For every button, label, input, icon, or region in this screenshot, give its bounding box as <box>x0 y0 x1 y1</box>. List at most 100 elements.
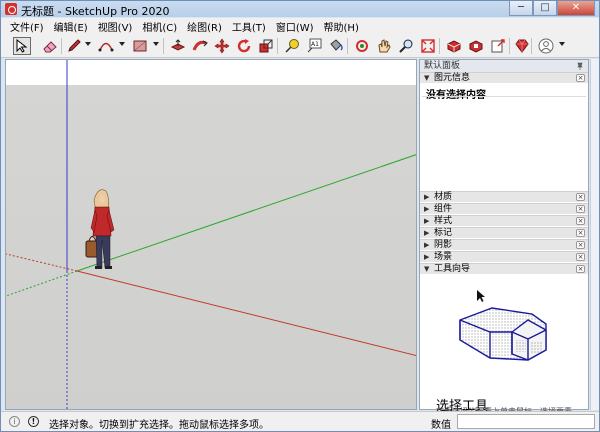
minimize-button[interactable]: ─ <box>509 1 533 16</box>
toolbar-separator <box>61 38 62 54</box>
user-account-icon[interactable] <box>537 37 555 55</box>
scale-icon[interactable] <box>257 37 275 55</box>
collapse-arrow-icon: ▶ <box>424 193 430 201</box>
push-pull-icon[interactable] <box>169 37 187 55</box>
tape-measure-icon[interactable] <box>283 37 301 55</box>
menu-draw[interactable]: 绘图(R) <box>182 19 227 34</box>
close-button[interactable]: ✕ <box>557 1 595 16</box>
panel-label: 样式 <box>434 216 453 226</box>
app-window: 无标题 - SketchUp Pro 2020 ─ □ ✕ 文件(F) 编辑(E… <box>0 0 600 432</box>
menu-edit[interactable]: 编辑(E) <box>49 19 93 34</box>
viewport-scene <box>6 60 416 409</box>
menu-camera[interactable]: 相机(C) <box>137 19 182 34</box>
window-controls: ─ □ ✕ <box>509 1 595 17</box>
zoom-extents-icon[interactable] <box>419 37 437 55</box>
sky <box>6 60 416 85</box>
menu-bar: 文件(F) 编辑(E) 视图(V) 相机(C) 绘图(R) 工具(T) 窗口(W… <box>1 18 599 34</box>
panel-label: 场景 <box>434 252 453 262</box>
panel-label: 阴影 <box>434 240 453 250</box>
eraser-icon[interactable] <box>41 37 59 55</box>
close-icon[interactable]: × <box>576 265 585 273</box>
text-icon[interactable]: A1 <box>305 37 323 55</box>
maximize-button[interactable]: □ <box>533 1 557 16</box>
pan-icon[interactable] <box>375 37 393 55</box>
pin-icon[interactable] <box>576 62 584 70</box>
rotate-icon[interactable] <box>235 37 253 55</box>
extension-warehouse-icon[interactable] <box>467 37 485 55</box>
zoom-icon[interactable] <box>397 37 415 55</box>
chevron-down-icon[interactable] <box>559 42 565 46</box>
close-icon[interactable]: × <box>576 193 585 201</box>
panel-label: 组件 <box>434 204 453 214</box>
menu-file[interactable]: 文件(F) <box>5 19 49 34</box>
close-icon[interactable]: × <box>576 74 585 82</box>
tray-scrollbar[interactable] <box>590 59 599 410</box>
collapse-arrow-icon: ▶ <box>424 205 430 213</box>
panel-components-header[interactable]: ▶ 组件 × <box>420 203 588 214</box>
collapse-arrow-icon: ▶ <box>424 253 430 261</box>
cursor-arrow-icon <box>477 290 485 302</box>
paint-bucket-icon[interactable] <box>327 37 345 55</box>
panel-label: 图元信息 <box>434 73 471 83</box>
measurements-input[interactable] <box>457 414 595 429</box>
layout-send-icon[interactable] <box>489 37 507 55</box>
toolbar-separator <box>277 38 278 54</box>
status-message: 选择对象。切换到扩充选择。拖动鼠标选择多项。 <box>49 420 269 431</box>
toolbar-separator <box>509 38 510 54</box>
toolbar-separator <box>531 38 532 54</box>
select-arrow-icon[interactable] <box>13 37 31 55</box>
expand-arrow-icon: ▼ <box>424 74 430 82</box>
window-title: 无标题 - SketchUp Pro 2020 <box>21 5 170 18</box>
ground-plane <box>6 85 416 409</box>
default-tray: 默认面板 ▼ 图元信息 × 没有选择内容 ▶ 材质 × ▶ 组件 × ▶ 样式 … <box>419 59 589 416</box>
panel-tags-header[interactable]: ▶ 标记 × <box>420 227 588 238</box>
close-icon[interactable]: × <box>576 217 585 225</box>
move-icon[interactable] <box>213 37 231 55</box>
arc-icon[interactable] <box>97 37 115 55</box>
expand-arrow-icon: ▼ <box>424 265 430 273</box>
instructor-illustration <box>459 290 547 361</box>
chevron-down-icon[interactable] <box>119 42 125 46</box>
menu-tools[interactable]: 工具(T) <box>227 19 271 34</box>
panel-materials-header[interactable]: ▶ 材质 × <box>420 191 588 202</box>
divider <box>422 96 586 97</box>
tray-title[interactable]: 默认面板 <box>420 60 588 72</box>
panel-label: 标记 <box>434 228 453 238</box>
sketchup-logo-icon <box>5 3 17 15</box>
panel-entity-info-header[interactable]: ▼ 图元信息 × <box>420 72 588 83</box>
follow-me-icon[interactable] <box>191 37 209 55</box>
3d-warehouse-icon[interactable] <box>445 37 463 55</box>
close-icon[interactable]: × <box>576 229 585 237</box>
measurements-label: 数值 <box>431 420 451 431</box>
chevron-down-icon[interactable] <box>85 42 91 46</box>
collapse-arrow-icon: ▶ <box>424 217 430 225</box>
panel-scenes-header[interactable]: ▶ 场景 × <box>420 251 588 262</box>
ruby-extension-icon[interactable] <box>513 37 531 55</box>
geo-location-icon[interactable]: i <box>9 416 20 427</box>
panel-label: 材质 <box>434 192 453 202</box>
main-toolbar: A1 <box>1 34 599 58</box>
orbit-icon[interactable] <box>353 37 371 55</box>
title-bar[interactable]: 无标题 - SketchUp Pro 2020 ─ □ ✕ <box>1 1 599 18</box>
panel-styles-header[interactable]: ▶ 样式 × <box>420 215 588 226</box>
panel-instructor-header[interactable]: ▼ 工具向导 × <box>420 263 588 274</box>
entity-info-content: 没有选择内容 <box>426 90 486 101</box>
pencil-line-icon[interactable] <box>65 37 83 55</box>
close-icon[interactable]: × <box>576 241 585 249</box>
menu-view[interactable]: 视图(V) <box>93 19 138 34</box>
panel-shadows-header[interactable]: ▶ 阴影 × <box>420 239 588 250</box>
collapse-arrow-icon: ▶ <box>424 229 430 237</box>
toolbar-separator <box>163 38 164 54</box>
close-icon[interactable]: × <box>576 253 585 261</box>
close-icon[interactable]: × <box>576 205 585 213</box>
instructor-toggle-icon[interactable]: ! <box>28 416 39 427</box>
chevron-down-icon[interactable] <box>153 42 159 46</box>
toolbar-separator <box>347 38 348 54</box>
menu-window[interactable]: 窗口(W) <box>271 19 319 34</box>
status-bar: i ! 选择对象。切换到扩充选择。拖动鼠标选择多项。 数值 <box>1 411 599 431</box>
toolbar-separator <box>439 38 440 54</box>
rectangle-icon[interactable] <box>131 37 149 55</box>
collapse-arrow-icon: ▶ <box>424 241 430 249</box>
model-viewport[interactable] <box>5 59 417 410</box>
menu-help[interactable]: 帮助(H) <box>319 19 364 34</box>
